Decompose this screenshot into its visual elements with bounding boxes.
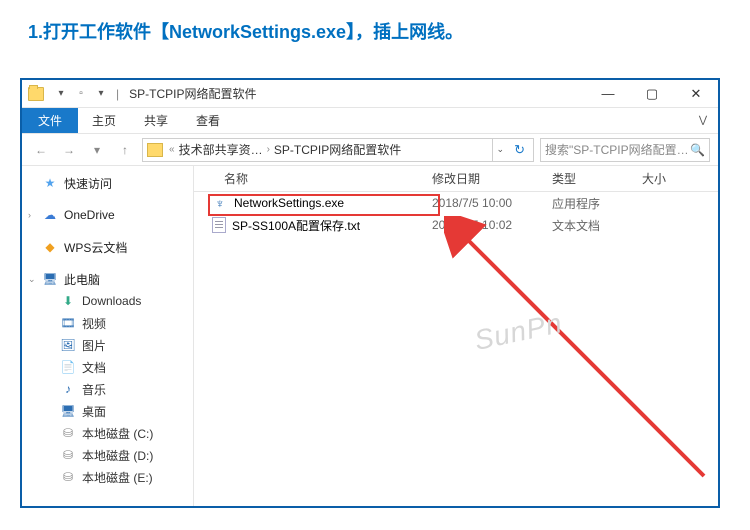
folder-icon (147, 143, 163, 157)
breadcrumb-dropdown-icon[interactable]: ⌄ (492, 139, 509, 161)
sidebar-item-pictures[interactable]: 🖼图片 (22, 334, 193, 356)
chevron-down-icon[interactable]: ⌄ (28, 274, 36, 285)
sidebar-item-drive-e[interactable]: ⛁本地磁盘 (E:) (22, 466, 193, 488)
desktop-icon: 🖥 (60, 403, 76, 419)
drive-icon: ⛁ (60, 425, 76, 441)
cloud-icon: ☁ (42, 207, 58, 223)
download-icon: ⬇ (60, 293, 76, 309)
ribbon-expand-icon[interactable]: ⋁ (688, 108, 718, 133)
file-date: 2018/7/5 10:00 (432, 196, 552, 210)
maximize-button[interactable]: ▢ (630, 80, 674, 108)
video-icon: 🎞 (60, 315, 76, 331)
ribbon-tabs: 文件 主页 共享 查看 ⋁ (22, 108, 718, 134)
star-icon: ★ (42, 175, 58, 191)
nav-history-icon[interactable]: ▾ (86, 139, 108, 161)
nav-back-icon[interactable]: ← (30, 139, 52, 161)
sidebar-item-drive-d[interactable]: ⛁本地磁盘 (D:) (22, 444, 193, 466)
tab-file[interactable]: 文件 (22, 108, 78, 133)
file-row[interactable]: SP-SS100A配置保存.txt 2018/7/5 10:02 文本文档 (194, 214, 718, 236)
sidebar-item-this-pc[interactable]: ⌄🖥此电脑 (22, 268, 193, 290)
nav-up-icon[interactable]: ↑ (114, 139, 136, 161)
column-size[interactable]: 大小 (634, 170, 718, 187)
qat-button[interactable]: ▫ (72, 85, 90, 103)
tab-view[interactable]: 查看 (182, 108, 234, 133)
document-icon: 📄 (60, 359, 76, 375)
pc-icon: 🖥 (42, 271, 58, 287)
file-row[interactable]: ♆ NetworkSettings.exe 2018/7/5 10:00 应用程序 (194, 192, 718, 214)
drive-icon: ⛁ (60, 447, 76, 463)
search-input[interactable]: 搜索"SP-TCPIP网络配置软件" 🔍 (540, 138, 710, 162)
column-name[interactable]: 名称 (194, 170, 424, 187)
sidebar-item-onedrive[interactable]: ›☁OneDrive (22, 204, 193, 226)
chevron-right-icon[interactable]: › (28, 210, 31, 220)
annotation-arrow-icon (444, 216, 724, 496)
sidebar-item-videos[interactable]: 🎞视频 (22, 312, 193, 334)
navigation-pane: ★快速访问 ›☁OneDrive ◆WPS云文档 ⌄🖥此电脑 ⬇Download… (22, 166, 194, 506)
sidebar-item-music[interactable]: ♪音乐 (22, 378, 193, 400)
column-type[interactable]: 类型 (544, 170, 634, 187)
sidebar-item-drive-c[interactable]: ⛁本地磁盘 (C:) (22, 422, 193, 444)
search-icon[interactable]: 🔍 (690, 143, 705, 157)
exe-icon: ♆ (212, 195, 228, 211)
folder-icon (28, 87, 44, 101)
breadcrumb[interactable]: « 技术部共享资… › SP-TCPIP网络配置软件 ⌄ ↻ (142, 138, 534, 162)
txt-icon (212, 217, 226, 233)
minimize-button[interactable]: — (586, 80, 630, 108)
watermark: SunPn (472, 307, 566, 357)
close-button[interactable]: ✕ (674, 80, 718, 108)
titlebar: ▾ ▫ ▾ | SP-TCPIP网络配置软件 — ▢ ✕ (22, 80, 718, 108)
refresh-icon[interactable]: ↻ (510, 142, 529, 158)
drive-icon: ⛁ (60, 469, 76, 485)
picture-icon: 🖼 (60, 337, 76, 353)
chevron-right-icon: › (267, 144, 270, 155)
breadcrumb-segment[interactable]: SP-TCPIP网络配置软件 (274, 141, 401, 158)
chevron-right-icon: « (169, 144, 175, 155)
column-date[interactable]: 修改日期 (424, 170, 544, 187)
sidebar-item-quick-access[interactable]: ★快速访问 (22, 172, 193, 194)
sidebar-item-desktop[interactable]: 🖥桌面 (22, 400, 193, 422)
nav-forward-icon[interactable]: → (58, 139, 80, 161)
sidebar-item-downloads[interactable]: ⬇Downloads (22, 290, 193, 312)
address-bar: ← → ▾ ↑ « 技术部共享资… › SP-TCPIP网络配置软件 ⌄ ↻ 搜… (22, 134, 718, 166)
file-type: 文本文档 (552, 217, 642, 234)
file-name: NetworkSettings.exe (234, 196, 344, 210)
column-headers: 名称 修改日期 类型 大小 (194, 166, 718, 192)
file-date: 2018/7/5 10:02 (432, 218, 552, 232)
title-separator: | (116, 87, 119, 101)
tab-home[interactable]: 主页 (78, 108, 130, 133)
breadcrumb-segment[interactable]: 技术部共享资… (179, 141, 263, 158)
instruction-heading: 1.打开工作软件【NetworkSettings.exe】，插上网线。 (0, 0, 750, 44)
search-placeholder: 搜索"SP-TCPIP网络配置软件" (545, 141, 690, 158)
music-icon: ♪ (60, 381, 76, 397)
wps-icon: ◆ (42, 239, 58, 255)
file-name: SP-SS100A配置保存.txt (232, 217, 360, 234)
qat-button[interactable]: ▾ (92, 85, 110, 103)
explorer-window: ▾ ▫ ▾ | SP-TCPIP网络配置软件 — ▢ ✕ 文件 主页 共享 查看… (20, 78, 720, 508)
window-title: SP-TCPIP网络配置软件 (129, 85, 256, 102)
qat-button[interactable]: ▾ (52, 85, 70, 103)
file-pane: 名称 修改日期 类型 大小 ♆ NetworkSettings.exe 2018/… (194, 166, 718, 506)
sidebar-item-documents[interactable]: 📄文档 (22, 356, 193, 378)
file-type: 应用程序 (552, 195, 642, 212)
sidebar-item-wps[interactable]: ◆WPS云文档 (22, 236, 193, 258)
tab-share[interactable]: 共享 (130, 108, 182, 133)
